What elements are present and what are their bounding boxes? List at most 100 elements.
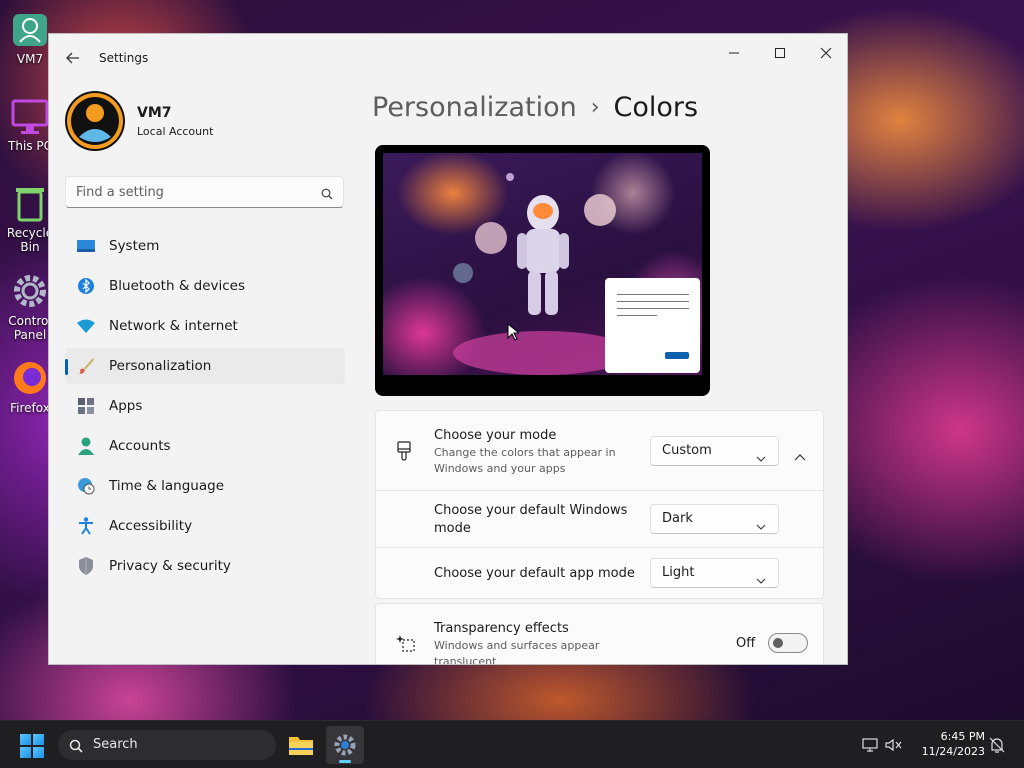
apps-icon	[77, 397, 95, 415]
sidebar-item-apps[interactable]: Apps	[65, 388, 345, 424]
sidebar-item-accounts[interactable]: Accounts	[65, 428, 345, 464]
sidebar-item-label: Apps	[109, 398, 143, 414]
profile-name: VM7	[137, 105, 172, 121]
minimize-button[interactable]	[711, 38, 757, 68]
sidebar-item-label: Personalization	[109, 358, 212, 374]
sidebar-item-label: Network & internet	[109, 318, 238, 334]
clock[interactable]: 6:45 PM 11/24/2023	[905, 729, 985, 759]
sidebar-item-system[interactable]: System	[65, 228, 345, 264]
maximize-icon	[775, 48, 785, 58]
choose-mode-row[interactable]: Choose your mode Change the colors that …	[376, 411, 823, 491]
mode-settings-card: Choose your mode Change the colors that …	[375, 410, 824, 599]
taskbar-settings[interactable]	[326, 726, 364, 764]
start-button[interactable]	[20, 734, 44, 758]
preview-dialog	[605, 278, 700, 373]
transparency-desc-1: Windows and surfaces appear	[434, 639, 600, 652]
mode-dropdown[interactable]: Custom	[650, 436, 779, 466]
shield-icon	[77, 557, 95, 575]
choose-mode-desc-1: Change the colors that appear in	[434, 446, 616, 459]
taskbar-file-explorer[interactable]	[282, 726, 320, 764]
windows-mode-title-2: mode	[434, 521, 471, 536]
chevron-down-icon	[756, 447, 766, 466]
app-mode-row: Choose your default app mode Light	[376, 548, 823, 599]
sidebar-item-time-language[interactable]: Time & language	[65, 468, 345, 504]
folder-icon	[289, 737, 313, 755]
mouse-cursor-icon	[507, 323, 519, 341]
sidebar-item-accessibility[interactable]: Accessibility	[65, 508, 345, 544]
globe-clock-icon	[77, 477, 95, 495]
sidebar-item-label: Privacy & security	[109, 558, 231, 574]
windows-mode-dropdown[interactable]: Dark	[650, 504, 779, 534]
toggle-knob	[773, 638, 783, 648]
monitor-icon	[77, 237, 95, 255]
sidebar-item-personalization[interactable]: Personalization	[65, 348, 345, 384]
transparency-title: Transparency effects	[434, 621, 569, 636]
chevron-up-icon[interactable]	[794, 446, 806, 465]
choose-mode-desc-2: Windows and your apps	[434, 462, 566, 475]
transparency-desc-2: translucent	[434, 655, 497, 665]
computer-icon	[9, 95, 51, 137]
settings-search[interactable]	[65, 176, 344, 208]
sidebar-item-privacy[interactable]: Privacy & security	[65, 548, 345, 584]
gear-icon	[334, 734, 356, 756]
back-button[interactable]	[61, 48, 85, 68]
app-title: Settings	[99, 51, 149, 65]
bluetooth-icon	[77, 277, 95, 295]
sidebar-item-label: Bluetooth & devices	[109, 278, 246, 294]
chevron-down-icon	[756, 515, 766, 534]
title-bar: Settings	[49, 34, 847, 82]
sidebar-item-label: Accessibility	[109, 518, 193, 534]
user-avatar-icon	[67, 93, 123, 149]
taskbar-search-label: Search	[93, 737, 138, 752]
wallpaper-preview	[383, 153, 702, 375]
network-icon[interactable]	[861, 736, 879, 754]
clock-time: 6:45 PM	[940, 730, 985, 743]
app-mode-dropdown[interactable]: Light	[650, 558, 779, 588]
wifi-icon	[77, 317, 95, 335]
sidebar-item-label: Accounts	[109, 438, 171, 454]
profile-account-type: Local Account	[137, 125, 214, 138]
sidebar-item-label: System	[109, 238, 160, 254]
accessibility-icon	[77, 517, 95, 535]
back-arrow-icon	[66, 52, 79, 64]
taskbar: Search 6:45 PM 11/24/2023	[0, 720, 1024, 768]
recycle-bin-icon	[9, 182, 51, 224]
sidebar-nav: System Bluetooth & devices Network & int…	[65, 228, 345, 588]
firefox-icon	[9, 357, 51, 399]
person-icon	[77, 437, 95, 455]
page-title: Colors	[613, 92, 699, 123]
palette-icon	[397, 441, 411, 465]
clock-date: 11/24/2023	[921, 745, 985, 758]
sparkle-icon	[395, 634, 415, 656]
sidebar-item-label: Time & language	[109, 478, 225, 494]
close-button[interactable]	[803, 38, 847, 68]
sidebar-item-bluetooth[interactable]: Bluetooth & devices	[65, 268, 345, 304]
search-icon	[69, 738, 83, 757]
windows-mode-title-1: Choose your default Windows	[434, 503, 628, 518]
windows-mode-row: Choose your default Windows mode Dark	[376, 491, 823, 548]
theme-preview	[375, 145, 710, 396]
transparency-state-label: Off	[736, 636, 756, 651]
settings-window: Settings VM7 Local Account System	[48, 33, 848, 665]
close-icon	[820, 47, 832, 59]
volume-muted-icon[interactable]	[885, 736, 903, 754]
minimize-icon	[729, 52, 739, 54]
sidebar-item-network[interactable]: Network & internet	[65, 308, 345, 344]
notifications-icon[interactable]	[988, 736, 1006, 754]
user-folder-icon	[9, 8, 51, 50]
app-mode-title: Choose your default app mode	[434, 566, 635, 581]
windows-mode-value: Dark	[662, 511, 693, 526]
taskbar-search[interactable]: Search	[58, 730, 276, 760]
gear-icon	[9, 270, 51, 312]
app-mode-value: Light	[662, 565, 695, 580]
search-icon[interactable]	[321, 185, 333, 204]
breadcrumb: Personalization › Colors	[372, 92, 698, 123]
maximize-button[interactable]	[757, 38, 803, 68]
breadcrumb-parent[interactable]: Personalization	[372, 92, 577, 123]
transparency-toggle[interactable]	[768, 633, 808, 653]
mode-dropdown-value: Custom	[662, 443, 712, 458]
avatar[interactable]	[65, 91, 125, 151]
preview-dialog-button	[665, 352, 689, 359]
choose-mode-title: Choose your mode	[434, 428, 557, 443]
search-input[interactable]	[76, 183, 306, 201]
